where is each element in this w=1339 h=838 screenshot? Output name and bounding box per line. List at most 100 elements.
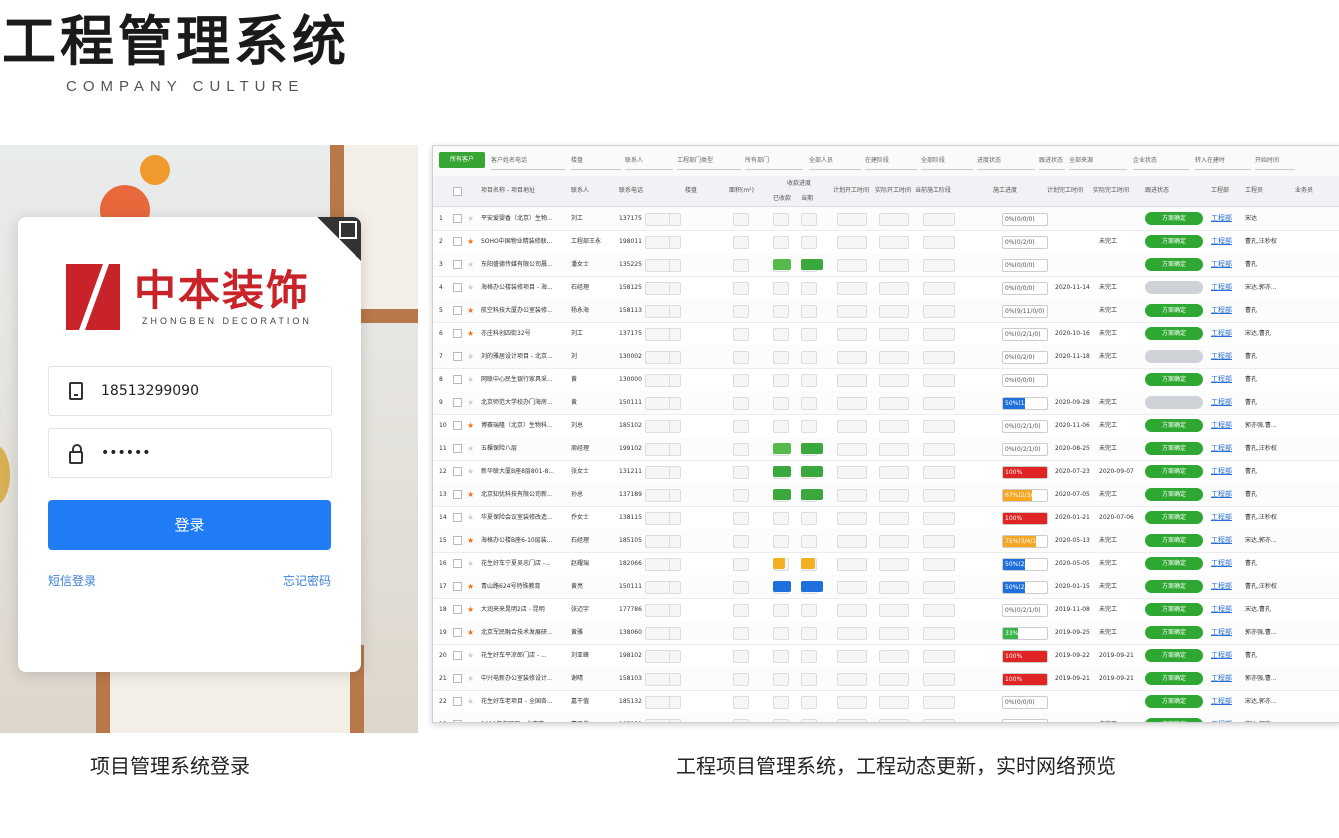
follow-status-badge[interactable] — [1145, 396, 1203, 409]
forgot-password-link[interactable]: 忘记密码 — [283, 572, 331, 589]
follow-status-badge[interactable]: 方案确定 — [1145, 327, 1203, 340]
table-row[interactable]: 4 ★ 海格办公楼装修项目 - 海... 石经理 158125 0%(0/0/0) 2020… — [433, 276, 1339, 300]
project-name[interactable]: 大润来来晁明2店 - 昆明 — [481, 598, 567, 621]
follow-status-badge[interactable]: 方案确定 — [1145, 212, 1203, 225]
filter-6[interactable]: 在建阶段 — [865, 153, 917, 170]
table-row[interactable]: 5 ★ 航空科技大厦办公室装修... 杨永海 158113 0%(9/11/0/0) 未完工… — [433, 299, 1339, 323]
filter-9[interactable]: 跟进状态 — [1039, 153, 1065, 170]
department-link[interactable]: 工程部 — [1211, 299, 1232, 322]
filter-5[interactable]: 全部人员 — [809, 153, 861, 170]
row-checkbox[interactable] — [453, 651, 462, 660]
department-link[interactable]: 工程部 — [1211, 207, 1232, 230]
star-icon[interactable]: ★ — [467, 345, 474, 368]
star-icon[interactable]: ★ — [467, 598, 474, 621]
star-icon[interactable]: ★ — [467, 667, 474, 690]
department-link[interactable]: 工程部 — [1211, 322, 1232, 345]
follow-status-badge[interactable]: 方案确定 — [1145, 557, 1203, 570]
follow-status-badge[interactable]: 方案确定 — [1145, 304, 1203, 317]
column-header[interactable]: 楼盘 — [685, 176, 697, 206]
star-icon[interactable]: ★ — [467, 713, 474, 722]
project-name[interactable]: 东阳盛德传媒有限公司晨... — [481, 253, 567, 276]
star-icon[interactable]: ★ — [467, 552, 474, 575]
row-checkbox[interactable] — [453, 260, 462, 269]
row-checkbox[interactable] — [453, 398, 462, 407]
star-icon[interactable]: ★ — [467, 230, 474, 253]
project-name[interactable]: 新华联大厦B座8层801-8... — [481, 460, 567, 483]
follow-status-badge[interactable] — [1145, 350, 1203, 363]
filter-0[interactable]: 客户姓名电话 — [491, 153, 565, 170]
table-row[interactable]: 21 ★ 中兴电新办公室装修设计... 谢晴 158103 100%(2/2/7/7) 20… — [433, 667, 1339, 691]
star-icon[interactable]: ★ — [467, 437, 474, 460]
row-checkbox[interactable] — [453, 375, 462, 384]
filter-3[interactable]: 工程部门类型 — [677, 153, 741, 170]
table-row[interactable]: 14 ★ 华夏保险会议室装修改造... 乔女士 138115 100%(4/4/7/7) 2… — [433, 506, 1339, 530]
follow-status-badge[interactable]: 方案确定 — [1145, 488, 1203, 501]
department-link[interactable]: 工程部 — [1211, 644, 1232, 667]
department-link[interactable]: 工程部 — [1211, 506, 1232, 529]
table-row[interactable]: 7 ★ 刘的雅居设计项目 - 北京... 刘 130002 0%(0/2/0) 2020-1… — [433, 345, 1339, 369]
project-name[interactable]: 花生好车宁夏吴忠门店 -... — [481, 552, 567, 575]
star-icon[interactable]: ★ — [467, 575, 474, 598]
star-icon[interactable]: ★ — [467, 690, 474, 713]
table-row[interactable]: 15 ★ 海格办公楼B座6-10层装... 石经理 185105 75%(3/4/1/0)… — [433, 529, 1339, 553]
row-checkbox[interactable] — [453, 467, 462, 476]
project-name[interactable]: 北京师范大学校办门海房... — [481, 391, 567, 414]
department-link[interactable]: 工程部 — [1211, 253, 1232, 276]
column-header[interactable]: 工程部 — [1211, 176, 1229, 206]
star-icon[interactable]: ★ — [467, 644, 474, 667]
follow-status-badge[interactable]: 方案确定 — [1145, 373, 1203, 386]
row-checkbox[interactable] — [453, 605, 462, 614]
star-icon[interactable]: ★ — [467, 414, 474, 437]
star-icon[interactable]: ★ — [467, 621, 474, 644]
table-row[interactable]: 1 ★ 平安爱婴香（北京）生物... 刘工 137175 0%(0/0/0) 方案确定 工程部… — [433, 207, 1339, 231]
row-checkbox[interactable] — [453, 536, 462, 545]
project-name[interactable]: SOHO中国物业精装修联... — [481, 230, 567, 253]
column-header[interactable]: 计划开工时间 — [833, 176, 869, 206]
department-link[interactable]: 工程部 — [1211, 391, 1232, 414]
filter-13[interactable]: 开始时间 — [1255, 153, 1295, 170]
star-icon[interactable]: ★ — [467, 529, 474, 552]
department-link[interactable]: 工程部 — [1211, 437, 1232, 460]
follow-status-badge[interactable]: 方案确定 — [1145, 442, 1203, 455]
follow-status-badge[interactable]: 方案确定 — [1145, 465, 1203, 478]
department-link[interactable]: 工程部 — [1211, 667, 1232, 690]
department-link[interactable]: 工程部 — [1211, 276, 1232, 299]
project-name[interactable]: 亦庄科创四街32号 — [481, 322, 567, 345]
row-checkbox[interactable] — [453, 628, 462, 637]
star-icon[interactable]: ★ — [467, 460, 474, 483]
phone-field[interactable]: 18513299090 — [48, 366, 332, 416]
table-row[interactable]: 16 ★ 花生好车宁夏吴忠门店 -... 赵耀瑞 182066 50%(2/4/1/0) 2… — [433, 552, 1339, 576]
column-header[interactable]: 跟进状态 — [1145, 176, 1169, 206]
project-name[interactable]: 网联中心民生银行家具采... — [481, 368, 567, 391]
follow-status-badge[interactable]: 方案确定 — [1145, 419, 1203, 432]
star-icon[interactable]: ★ — [467, 276, 474, 299]
department-link[interactable]: 工程部 — [1211, 230, 1232, 253]
column-header[interactable]: 施工进度 — [993, 176, 1017, 206]
column-header[interactable]: 实际完工时间 — [1093, 176, 1129, 206]
filter-11[interactable]: 企业状态 — [1133, 153, 1189, 170]
project-name[interactable]: 海格办公楼B座6-10层装... — [481, 529, 567, 552]
row-checkbox[interactable] — [453, 559, 462, 568]
table-row[interactable]: 12 ★ 新华联大厦B座8层801-8... 张女士 131211 100%(5/5/7/… — [433, 460, 1339, 484]
star-icon[interactable]: ★ — [467, 207, 474, 230]
filter-8[interactable]: 进度状态 — [977, 153, 1035, 170]
star-icon[interactable]: ★ — [467, 391, 474, 414]
project-name[interactable]: 海格办公楼装修项目 - 海... — [481, 276, 567, 299]
row-checkbox[interactable] — [453, 674, 462, 683]
table-row[interactable]: 8 ★ 网联中心民生银行家具采... 黄 130000 0%(0/0/0) 方案确定 工程部 曹… — [433, 368, 1339, 392]
star-icon[interactable]: ★ — [467, 483, 474, 506]
department-link[interactable]: 工程部 — [1211, 368, 1232, 391]
department-link[interactable]: 工程部 — [1211, 414, 1232, 437]
project-name[interactable]: 博赛瑞隆（北京）生物科... — [481, 414, 567, 437]
row-checkbox[interactable] — [453, 306, 462, 315]
column-header[interactable]: 业务员 — [1295, 176, 1313, 206]
project-name[interactable]: 花生好车平凉郎门店 - ... — [481, 644, 567, 667]
filter-7[interactable]: 全部阶段 — [921, 153, 973, 170]
column-header[interactable]: 当前施工阶段 — [915, 176, 951, 206]
follow-status-badge[interactable]: 方案确定 — [1145, 718, 1203, 722]
star-icon[interactable]: ★ — [467, 253, 474, 276]
project-name[interactable]: 2018年老项目 - 北京市 — [481, 713, 567, 722]
column-header[interactable]: 联系人 — [571, 176, 589, 206]
filter-4[interactable]: 所有部门 — [745, 153, 803, 170]
table-row[interactable]: 17 ★ 青山路624号特殊教育 黄亮 150111 50%(2/4/1/0) 2020-0… — [433, 575, 1339, 599]
